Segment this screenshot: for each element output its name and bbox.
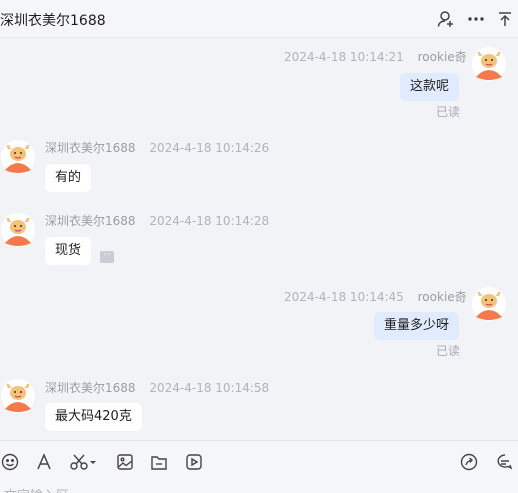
chat-window: 深圳衣美尔1688 2024-4-18 10:14:21 rookie奇 这款呢… (0, 0, 518, 493)
chat-title: 深圳衣美尔1688 (0, 13, 106, 29)
message-meta: 深圳衣美尔1688 2024-4-18 10:14:28 (45, 212, 269, 229)
message-bubble[interactable]: 有的 (45, 164, 92, 192)
share-icon[interactable] (458, 451, 480, 473)
video-icon[interactable] (183, 451, 205, 473)
message-bubble[interactable]: 最大码420克 (45, 403, 142, 431)
sender-name: rookie奇 (417, 50, 467, 64)
screenshot-icon[interactable] (68, 451, 98, 473)
avatar[interactable] (472, 47, 506, 81)
message-meta: 深圳衣美尔1688 2024-4-18 10:14:58 (45, 379, 269, 396)
message-meta: 2024-4-18 10:14:45 rookie奇 (284, 288, 467, 305)
sender-name: rookie奇 (417, 290, 467, 304)
composer-toolbar (0, 440, 518, 482)
sender-name: 深圳衣美尔1688 (45, 381, 136, 395)
message-more-button[interactable]: ··· (100, 251, 114, 263)
add-contact-icon[interactable] (435, 9, 457, 29)
font-icon[interactable] (33, 451, 55, 473)
avatar[interactable] (1, 379, 35, 413)
message-meta: 深圳衣美尔1688 2024-4-18 10:14:26 (45, 139, 269, 156)
quick-reply-icon[interactable] (494, 451, 516, 473)
avatar[interactable] (1, 213, 35, 247)
message-input-placeholder: 文字输入区 (4, 485, 69, 493)
message-bubble[interactable]: 这款呢 (400, 73, 460, 101)
pin-icon[interactable] (494, 9, 516, 29)
message-time: 2024-4-18 10:14:45 (284, 290, 404, 304)
sender-name: 深圳衣美尔1688 (45, 141, 136, 155)
message-time: 2024-4-18 10:14:26 (149, 141, 270, 155)
chat-header: 深圳衣美尔1688 (0, 0, 518, 38)
message-meta: 2024-4-18 10:14:21 rookie奇 (284, 48, 467, 65)
sender-name: 深圳衣美尔1688 (45, 214, 136, 228)
avatar[interactable] (1, 140, 35, 174)
read-status: 已读 (436, 105, 461, 119)
message-time: 2024-4-18 10:14:58 (149, 381, 270, 395)
message-time: 2024-4-18 10:14:28 (149, 214, 270, 228)
message-bubble[interactable]: 现货 (45, 237, 92, 265)
folder-icon[interactable] (148, 451, 170, 473)
avatar[interactable] (472, 287, 506, 321)
message-input[interactable]: 文字输入区 (0, 482, 518, 493)
message-bubble[interactable]: 重量多少呀 (374, 312, 460, 340)
message-list[interactable]: 2024-4-18 10:14:21 rookie奇 这款呢 已读 深圳衣美尔1… (0, 38, 518, 440)
message-time: 2024-4-18 10:14:21 (284, 50, 404, 64)
image-icon[interactable] (114, 451, 136, 473)
more-options-icon[interactable] (465, 9, 487, 29)
read-status: 已读 (436, 344, 461, 358)
emoji-icon[interactable] (0, 451, 21, 473)
